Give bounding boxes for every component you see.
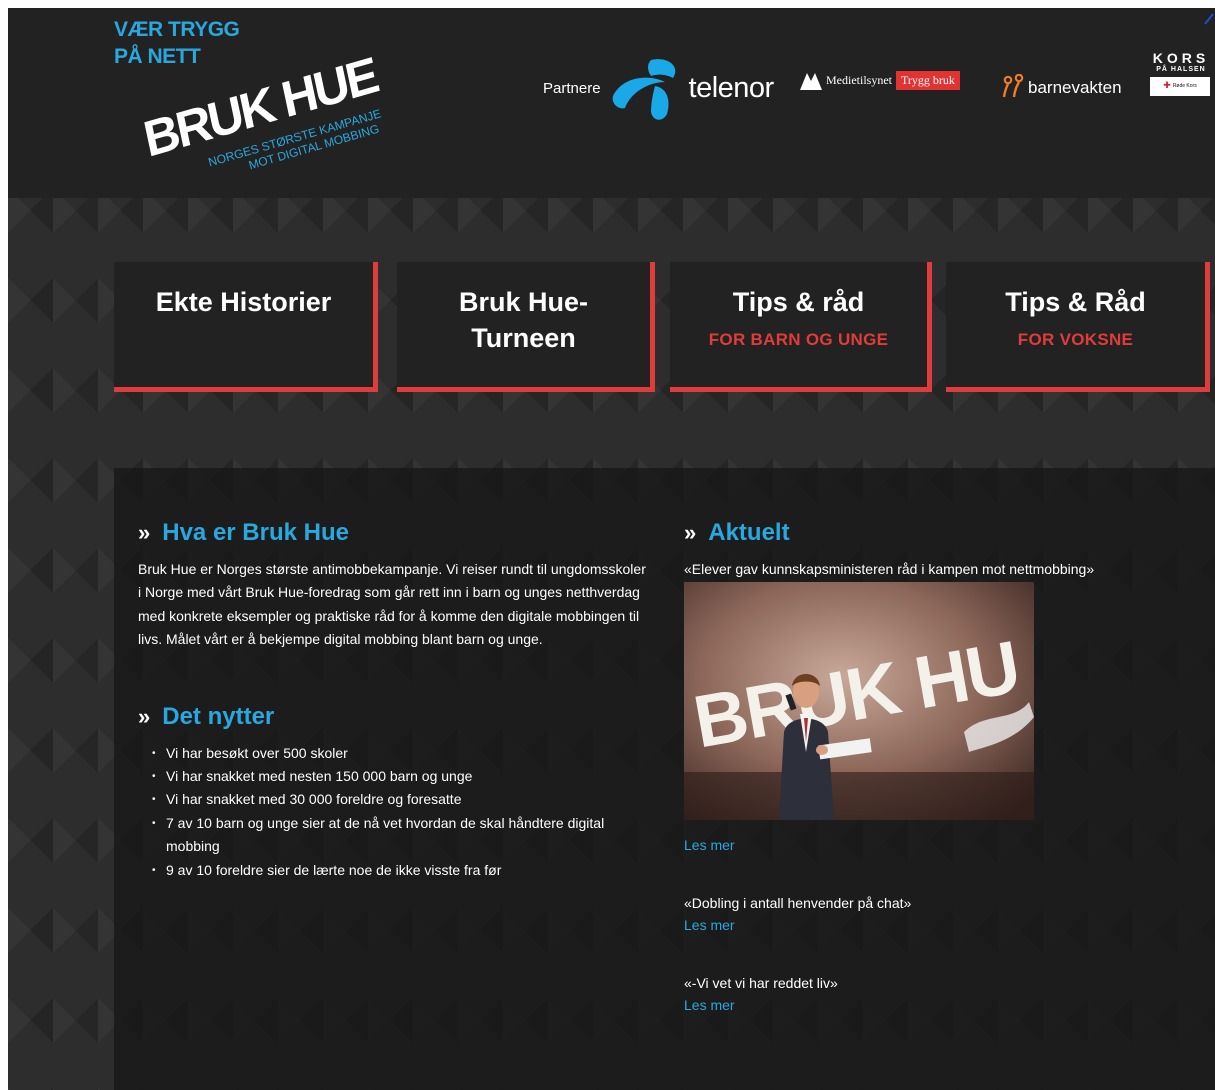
nav-tile-title: Ekte Historier <box>155 287 332 317</box>
trygg-bruk-badge: Trygg bruk <box>896 70 960 90</box>
nav-tile-title: Tips & Råd <box>1005 287 1146 317</box>
barnevakten-logo[interactable]: barnevakten <box>1001 74 1122 98</box>
nav-tile-bruk-hue-turneen[interactable]: Bruk Hue-Turneen <box>397 262 655 392</box>
kors-subtext: PÅ HALSEN <box>1156 66 1206 73</box>
stats-title: Det nytter <box>162 702 275 730</box>
news-headline[interactable]: «Dobling i antall henvender på chat» <box>684 892 1184 914</box>
bruk-hue-logo[interactable]: BRUK HUE NORGES STØRSTE KAMPANJE MOT DIG… <box>133 30 403 180</box>
kors-pa-halsen-logo[interactable]: KORS PÅ HALSEN ✚ Røde Kors <box>1150 50 1212 96</box>
barnevakten-text: barnevakten <box>1028 78 1122 97</box>
nav-tile-title: Bruk Hue-Turneen <box>458 287 588 353</box>
partners-label: Partnere <box>543 79 601 97</box>
main-content: » Hva er Bruk Hue Bruk Hue er Norges stø… <box>114 468 1215 1090</box>
news-headline[interactable]: «Elever gav kunnskapsministeren råd i ka… <box>684 558 1184 580</box>
stats-heading: » Det nytter <box>138 702 650 732</box>
news-heading: » Aktuelt <box>684 518 1184 548</box>
read-more-link[interactable]: Les mer <box>684 994 1184 1016</box>
nav-tile-subtitle: FOR VOKSNE <box>1017 330 1134 349</box>
nav-tile-tips-voksne[interactable]: Tips & Råd FOR VOKSNE <box>946 262 1210 392</box>
list-item: 7 av 10 barn og unge sier at de nå vet h… <box>138 812 650 859</box>
read-more-link[interactable]: Les mer <box>684 914 1184 936</box>
partners: Partnere telenor <box>543 48 774 128</box>
news-headline[interactable]: «-Vi vet vi har reddet liv» <box>684 972 1184 994</box>
telenor-propeller-icon <box>612 59 675 120</box>
list-item: Vi har besøkt over 500 skoler <box>138 742 650 766</box>
stats-list: Vi har besøkt over 500 skoler Vi har sna… <box>138 742 650 883</box>
rode-kors-text: Røde Kors <box>1172 82 1197 89</box>
news-photo[interactable]: BRUK HU <box>684 582 1034 820</box>
left-column: » Hva er Bruk Hue Bruk Hue er Norges stø… <box>138 518 650 882</box>
about-text: Bruk Hue er Norges største antimobbekamp… <box>138 561 646 648</box>
about-heading: » Hva er Bruk Hue <box>138 518 650 548</box>
list-item: Vi har snakket med 30 000 foreldre og fo… <box>138 788 650 812</box>
nav-tile-subtitle: FOR BARN OG UNGE <box>708 330 889 349</box>
raquo-glyph: » <box>138 520 151 545</box>
red-cross-icon: ✚ <box>1163 80 1171 90</box>
barnevakten-figures-icon <box>1002 74 1024 98</box>
about-title: Hva er Bruk Hue <box>162 519 349 546</box>
nav-tile-ekte-historier[interactable]: Ekte Historier <box>114 262 378 392</box>
medietilsynet-mountain-icon <box>800 73 822 90</box>
medietilsynet-text: Medietilsynet <box>826 72 892 87</box>
kors-text: KORS <box>1152 50 1210 66</box>
telenor-text: telenor <box>688 71 775 104</box>
telenor-logo[interactable]: telenor <box>609 52 774 124</box>
read-more-link[interactable]: Les mer <box>684 834 1184 856</box>
list-item: Vi har snakket med nesten 150 000 barn o… <box>138 765 650 789</box>
news-title: Aktuelt <box>708 519 790 546</box>
raquo-glyph: » <box>684 520 697 545</box>
nav-tile-tips-barn-unge[interactable]: Tips & råd FOR BARN OG UNGE <box>670 262 932 392</box>
news-item: «Dobling i antall henvender på chat» Les… <box>684 892 1184 936</box>
site-header: VÆR TRYGG PÅ NETT BRUK HUE NORGES STØRST… <box>8 8 1215 198</box>
medietilsynet-logo[interactable]: Medietilsynet Trygg bruk <box>800 70 960 90</box>
news-item: «Elever gav kunnskapsministeren råd i ka… <box>684 558 1184 856</box>
rode-kors-badge: ✚ Røde Kors <box>1150 77 1210 96</box>
corner-mark-icon <box>1204 13 1214 25</box>
list-item: 9 av 10 foreldre sier de lærte noe de ik… <box>138 859 650 883</box>
right-column: » Aktuelt «Elever gav kunnskapsministere… <box>684 518 1184 1016</box>
news-item: «-Vi vet vi har reddet liv» Les mer <box>684 972 1184 1016</box>
page: VÆR TRYGG PÅ NETT BRUK HUE NORGES STØRST… <box>8 8 1215 1090</box>
nav-tile-title: Tips & råd <box>732 287 865 317</box>
raquo-glyph: » <box>138 703 151 729</box>
